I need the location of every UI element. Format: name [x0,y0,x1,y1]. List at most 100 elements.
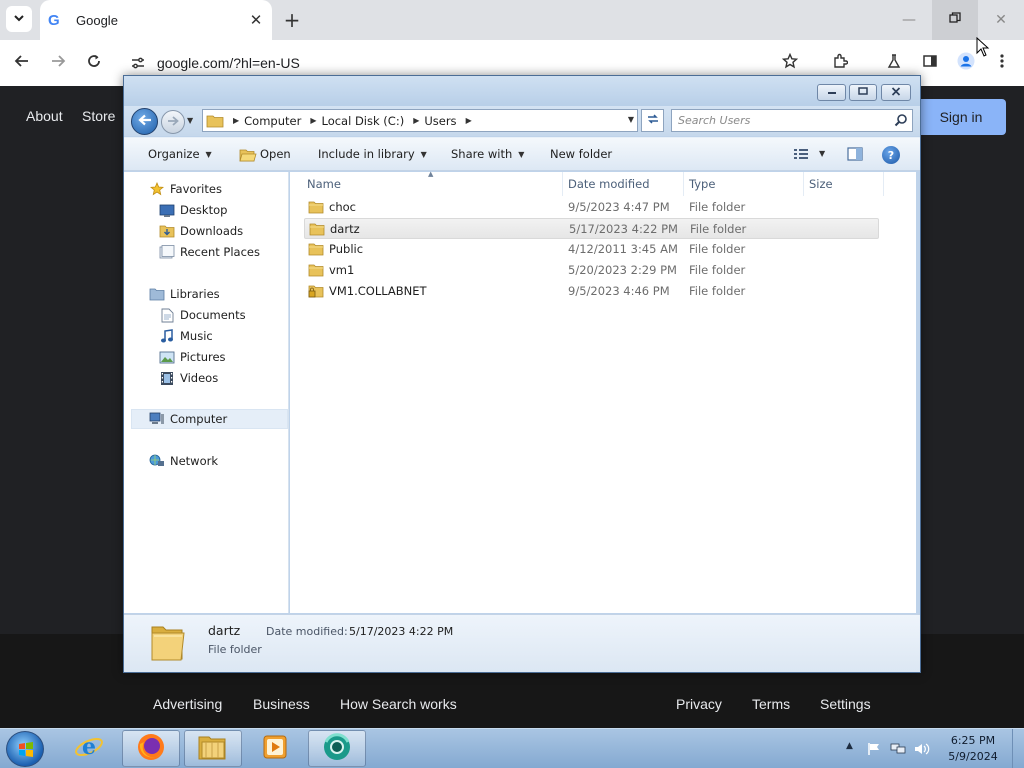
media-player-icon [261,733,289,764]
explorer-maximize-button[interactable] [849,84,877,101]
reload-button[interactable] [81,50,107,76]
nav-pictures[interactable]: Pictures [159,347,226,367]
breadcrumb-users[interactable]: Users [424,114,456,128]
file-explorer-icon [197,733,229,764]
address-history-dropdown-icon[interactable]: ▼ [628,115,634,124]
minimize-button[interactable]: — [886,0,932,40]
store-link[interactable]: Store [82,108,115,124]
file-row-vm1-collabnet[interactable]: VM1.COLLABNET 9/5/2023 4:46 PM File fold… [304,281,879,302]
explorer-minimize-button[interactable] [817,84,846,101]
nav-recent-places[interactable]: Recent Places [159,242,260,262]
close-window-button[interactable]: ✕ [978,0,1024,40]
column-header-name[interactable]: Name ▲ [290,170,563,196]
nav-libraries[interactable]: Libraries [149,284,220,304]
preview-pane-icon [847,146,863,164]
nav-computer[interactable]: Computer [131,409,288,429]
file-row-dartz[interactable]: dartz 5/17/2023 4:22 PM File folder [304,218,879,239]
view-options-dropdown[interactable]: ▼ [813,149,825,158]
business-link[interactable]: Business [253,696,310,712]
forward-arrow-icon [50,53,66,73]
recent-pages-dropdown[interactable]: ▼ [187,116,197,126]
explorer-refresh-button[interactable] [641,109,664,132]
privacy-link[interactable]: Privacy [676,696,722,712]
volume-tray-icon[interactable] [914,741,930,757]
advertising-link[interactable]: Advertising [153,696,222,712]
terms-link[interactable]: Terms [752,696,790,712]
explorer-search-input[interactable] [678,113,888,128]
new-folder-button[interactable]: New folder [550,147,612,161]
start-button[interactable] [6,731,44,767]
about-link[interactable]: About [26,108,63,124]
music-note-icon [159,328,175,344]
file-row-public[interactable]: Public 4/12/2011 3:45 AM File folder [304,239,879,260]
forward-button[interactable] [45,50,71,76]
column-header-date-modified[interactable]: Date modified [563,172,684,196]
nav-downloads[interactable]: Downloads [159,221,243,241]
taskbar-teal-app[interactable] [308,730,366,767]
nav-music[interactable]: Music [159,326,213,346]
taskbar-file-explorer[interactable] [184,730,242,767]
explorer-search-box[interactable] [671,109,913,132]
chevron-down-icon: ▼ [205,149,212,159]
include-in-library-menu[interactable]: Include in library ▼ [318,147,427,161]
side-panel-button[interactable] [919,52,941,74]
file-date: 9/5/2023 4:47 PM [568,200,670,214]
extensions-button[interactable] [829,52,851,74]
profile-button[interactable] [955,52,977,74]
settings-link[interactable]: Settings [820,696,871,712]
minimize-icon: — [902,12,916,28]
side-panel-icon [922,53,938,73]
file-row-vm1[interactable]: vm1 5/20/2023 2:29 PM File folder [304,260,879,281]
file-row-choc[interactable]: choc 9/5/2023 4:47 PM File folder [304,197,879,218]
help-button[interactable]: ? [880,146,902,164]
nav-favorites[interactable]: Favorites [149,179,222,199]
explorer-back-button[interactable] [131,108,158,135]
bookmark-star-button[interactable] [779,52,801,74]
tab-close-icon[interactable]: ✕ [246,10,266,30]
tab-search-button[interactable] [6,6,32,32]
network-tray-icon[interactable] [890,741,906,757]
explorer-close-button[interactable] [881,84,911,101]
change-view-button[interactable] [790,146,812,164]
restore-button[interactable] [932,0,978,40]
nav-network[interactable]: Network [149,451,218,471]
share-with-label: Share with [451,147,513,161]
nav-videos[interactable]: Videos [159,368,218,388]
close-window-icon: ✕ [995,12,1007,28]
site-settings-icon[interactable] [130,55,146,71]
organize-menu[interactable]: Organize ▼ [148,147,212,161]
search-icon[interactable] [894,113,908,127]
taskbar-media-player[interactable] [246,730,304,767]
explorer-address-bar[interactable]: ▶ Computer ▶ Local Disk (C:) ▶ Users ▶ ▼ [202,109,638,132]
show-desktop-button[interactable] [1012,729,1024,768]
show-hidden-icons-arrow[interactable]: ▲ [846,741,853,751]
nav-documents[interactable]: Documents [159,305,246,325]
preview-pane-button[interactable] [844,146,866,164]
menu-button[interactable] [991,52,1013,74]
breadcrumb-separator-icon[interactable]: ▶ [466,116,472,125]
action-center-flag-icon[interactable] [866,741,882,757]
labs-button[interactable] [883,52,905,74]
sign-in-button[interactable]: Sign in [910,99,1006,135]
open-button[interactable]: Open [260,147,291,161]
breadcrumb-separator-icon[interactable]: ▶ [413,116,419,125]
how-search-works-link[interactable]: How Search works [340,696,457,712]
column-header-size[interactable]: Size [804,172,884,196]
breadcrumb-computer[interactable]: Computer [244,114,301,128]
explorer-title-bar[interactable] [124,76,920,106]
navigation-pane: Favorites Desktop Downloads Recent Place… [124,172,289,613]
taskbar-internet-explorer[interactable]: e [60,730,118,767]
column-header-type[interactable]: Type [684,172,804,196]
nav-desktop[interactable]: Desktop [159,200,227,220]
taskbar-firefox[interactable] [122,730,180,767]
system-clock[interactable]: 6:25 PM 5/9/2024 [940,733,1006,765]
explorer-forward-button[interactable] [161,110,185,134]
back-button[interactable] [9,50,35,76]
share-with-menu[interactable]: Share with ▼ [451,147,524,161]
breadcrumb-separator-icon[interactable]: ▶ [233,116,239,125]
new-tab-button[interactable]: + [280,8,304,32]
breadcrumb-local-disk[interactable]: Local Disk (C:) [321,114,404,128]
column-date-label: Date modified [568,177,650,191]
browser-tab-google[interactable]: G Google ✕ [40,0,272,40]
breadcrumb-separator-icon[interactable]: ▶ [310,116,316,125]
